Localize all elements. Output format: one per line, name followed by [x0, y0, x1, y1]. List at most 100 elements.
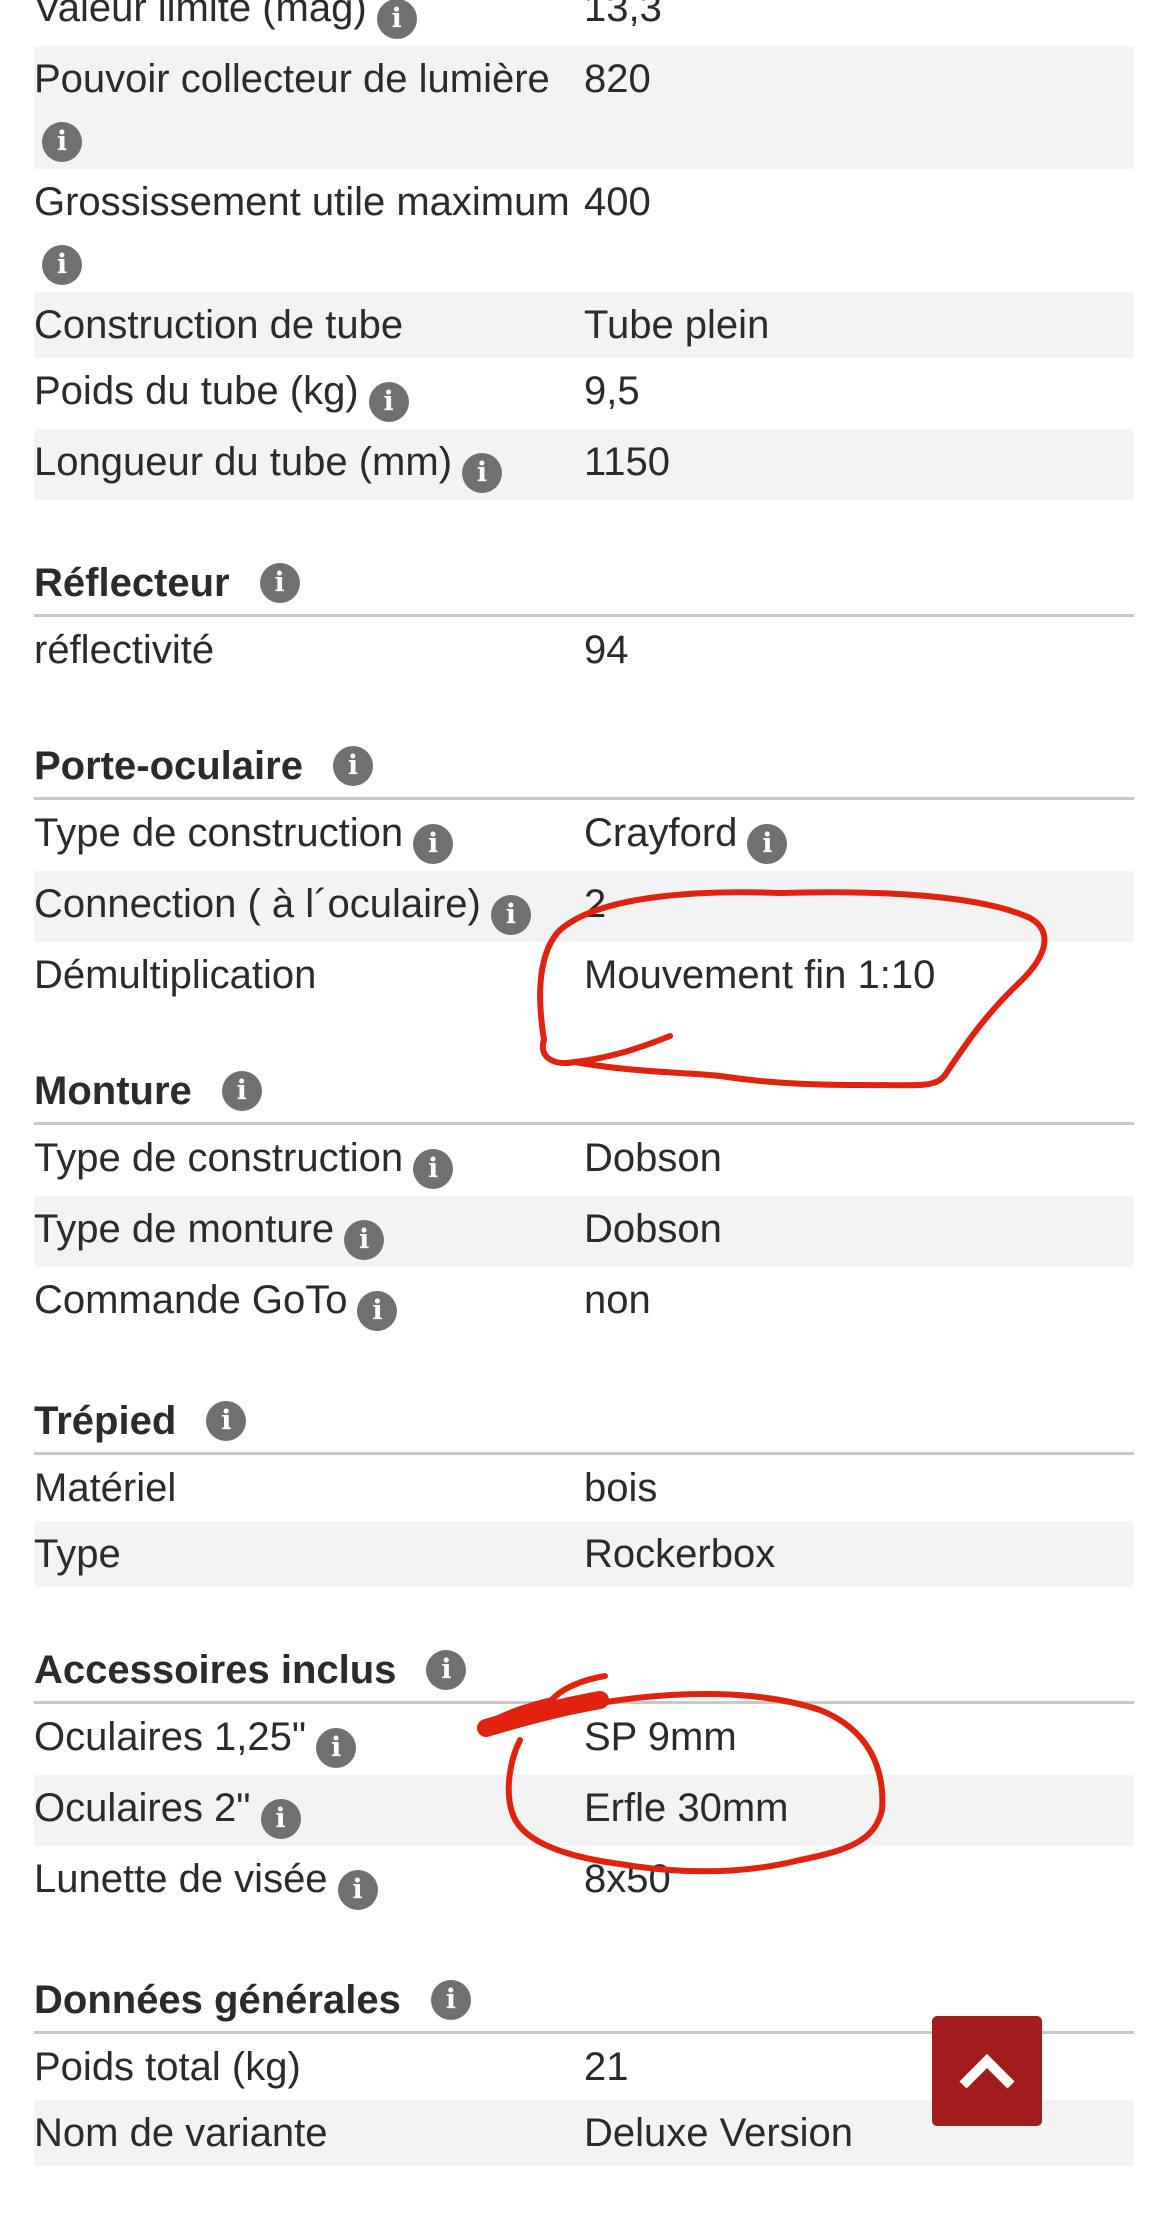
spec-value: 2	[584, 878, 1134, 930]
spec-row-grossissement-utile-maximum: Grossissement utile maximum i 400	[34, 169, 1134, 292]
section-header-trepied: Trépied i	[34, 1390, 1134, 1455]
spec-value-text: 8x50	[584, 1857, 671, 1901]
spec-value: Rockerbox	[584, 1528, 1134, 1580]
spec-row-poids-du-tube-kg: Poids du tube (kg) i 9,5	[34, 358, 1134, 429]
spec-label-text: Commande GoTo	[34, 1278, 348, 1322]
spec-value: 94	[584, 624, 1134, 676]
spec-value: Mouvement fin 1:10	[584, 949, 1134, 1001]
info-circle-icon[interactable]: i	[413, 824, 454, 864]
info-circle-icon[interactable]: i	[357, 1291, 398, 1331]
spec-page: Valeur limite (mag) i 13,3 Pouvoir collecte…	[0, 0, 1153, 2166]
spec-value: 9,5	[584, 365, 1134, 417]
spec-label-text: Pouvoir collecteur de lumière	[34, 57, 550, 101]
spec-row-connection-a-l-oculaire: Connection ( à l´oculaire) i 2	[34, 871, 1134, 942]
spec-value-text: Deluxe Version	[584, 2111, 854, 2155]
spec-label: Grossissement utile maximum i	[34, 176, 584, 285]
spec-row-pouvoir-collecteur-de-lumiere: Pouvoir collecteur de lumière i 820	[34, 46, 1134, 169]
section-header-monture: Monture i	[34, 1060, 1134, 1125]
spec-row-reflectivite: réflectivité 94	[34, 617, 1134, 683]
info-circle-icon[interactable]: i	[337, 1870, 378, 1910]
spec-label-text: Type de monture	[34, 1207, 335, 1251]
info-circle-icon[interactable]: i	[42, 122, 82, 162]
spec-row-valeur-limite-mag: Valeur limite (mag) i 13,3	[34, 0, 1134, 46]
spec-value-text: 820	[584, 57, 651, 101]
spec-value: non	[584, 1274, 1134, 1326]
info-circle-icon[interactable]: i	[332, 746, 373, 786]
spec-value-text: bois	[584, 1466, 658, 1510]
spec-value-text: Dobson	[584, 1136, 722, 1180]
spec-value-text: 9,5	[584, 369, 640, 413]
spec-value: SP 9mm	[584, 1711, 1134, 1763]
info-circle-icon[interactable]: i	[42, 245, 82, 285]
spec-label-text: Connection ( à l´oculaire)	[34, 882, 481, 926]
spec-value: 8x50	[584, 1853, 1134, 1905]
spec-label-text: Nom de variante	[34, 2111, 328, 2155]
info-circle-icon[interactable]: i	[344, 1220, 385, 1260]
spec-table: Valeur limite (mag) i 13,3 Pouvoir collecte…	[34, 0, 1134, 2166]
spec-label-text: Grossissement utile maximum	[34, 180, 570, 224]
spec-value: Erfle 30mm	[584, 1782, 1134, 1834]
spec-value-text: 21	[584, 2045, 629, 2089]
spec-label-text: Type de construction	[34, 1136, 404, 1180]
spec-value-text: Crayford	[584, 811, 738, 855]
spec-value: 21	[584, 2041, 1134, 2093]
spec-value: 13,3	[584, 0, 1134, 34]
info-circle-icon[interactable]: i	[747, 824, 788, 864]
info-circle-icon[interactable]: i	[259, 563, 300, 603]
spec-label: Nom de variante	[34, 2107, 584, 2159]
spec-value: Deluxe Version	[584, 2107, 1134, 2159]
spec-label: Oculaires 1,25" i	[34, 1711, 584, 1768]
info-circle-icon[interactable]: i	[260, 1799, 301, 1839]
spec-label: Matériel	[34, 1462, 584, 1514]
spec-value: 400	[584, 176, 1134, 228]
spec-value: Crayford i	[584, 807, 1134, 864]
spec-row-lunette-de-visee: Lunette de visée i 8x50	[34, 1846, 1134, 1917]
spec-row-commande-goto: Commande GoTo i non	[34, 1267, 1134, 1338]
spec-label-text: Construction de tube	[34, 303, 404, 347]
spec-label-text: Poids total (kg)	[34, 2045, 301, 2089]
spec-label-text: Longueur du tube (mm)	[34, 440, 453, 484]
chevron-up-icon	[959, 2053, 1015, 2089]
spec-row-type: Type Rockerbox	[34, 1521, 1134, 1587]
spec-label-text: Type	[34, 1532, 121, 1576]
spec-row-oculaires-2: Oculaires 2" i Erfle 30mm	[34, 1775, 1134, 1846]
spec-label: Type	[34, 1528, 584, 1580]
spec-row-demultiplication: Démultiplication Mouvement fin 1:10	[34, 942, 1134, 1008]
spec-value-text: Mouvement fin 1:10	[584, 953, 936, 997]
spec-row-type-de-monture: Type de monture i Dobson	[34, 1196, 1134, 1267]
info-circle-icon[interactable]: i	[221, 1071, 262, 1111]
spec-value: bois	[584, 1462, 1134, 1514]
spec-value-text: 2	[584, 882, 607, 926]
spec-value-text: 13,3	[584, 0, 662, 30]
spec-row-longueur-du-tube-mm: Longueur du tube (mm) i 1150	[34, 429, 1134, 500]
section-header-porte-oculaire: Porte-oculaire i	[34, 735, 1134, 800]
spec-label: Valeur limite (mag) i	[34, 0, 584, 39]
spec-label: Type de construction i	[34, 807, 584, 864]
info-circle-icon[interactable]: i	[430, 1980, 471, 2020]
info-circle-icon[interactable]: i	[316, 1728, 357, 1768]
info-circle-icon[interactable]: i	[462, 453, 503, 493]
info-circle-icon[interactable]: i	[413, 1149, 454, 1189]
spec-label-text: Matériel	[34, 1466, 177, 1510]
section-title: Données générales	[34, 1977, 401, 2022]
spec-label-text: Type de construction	[34, 811, 404, 855]
section-header-reflecteur: Réflecteur i	[34, 552, 1134, 617]
section-header-accessoires-inclus: Accessoires inclus i	[34, 1639, 1134, 1704]
info-circle-icon[interactable]: i	[426, 1650, 467, 1690]
info-circle-icon[interactable]: i	[490, 895, 531, 935]
info-circle-icon[interactable]: i	[368, 382, 409, 422]
spec-value-text: Rockerbox	[584, 1532, 776, 1576]
scroll-to-top-button[interactable]	[932, 2016, 1042, 2126]
spec-value-text: 400	[584, 180, 651, 224]
spec-label-text: Valeur limite (mag)	[34, 0, 367, 30]
section-title: Monture	[34, 1068, 192, 1113]
info-circle-icon[interactable]: i	[206, 1401, 247, 1441]
spec-value: 820	[584, 53, 1134, 105]
spec-label: Type de construction i	[34, 1132, 584, 1189]
spec-label-text: Poids du tube (kg)	[34, 369, 359, 413]
info-circle-icon[interactable]: i	[376, 0, 417, 39]
spec-value-text: Erfle 30mm	[584, 1786, 789, 1830]
spec-label: Poids du tube (kg) i	[34, 365, 584, 422]
spec-label-text: Oculaires 1,25"	[34, 1715, 307, 1759]
spec-value-text: 1150	[584, 440, 671, 484]
